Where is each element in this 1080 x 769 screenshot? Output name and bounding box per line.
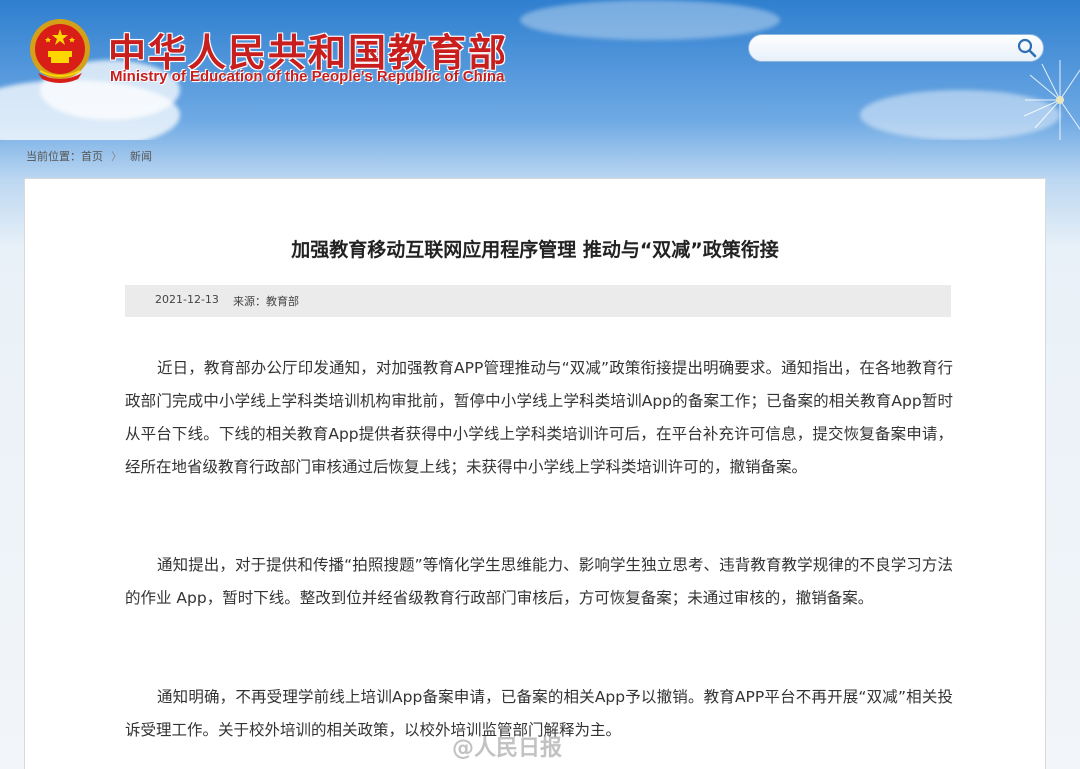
breadcrumb-home-link[interactable]: 首页: [81, 150, 103, 163]
site-subtitle: Ministry of Education of the People's Re…: [110, 68, 505, 85]
dandelion-decoration: [1023, 60, 1080, 140]
article-source: 来源：教育部: [233, 295, 299, 308]
search-input[interactable]: [759, 38, 1013, 60]
site-header: 中华人民共和国教育部 Ministry of Education of the …: [0, 0, 1080, 140]
national-emblem-icon[interactable]: [24, 15, 96, 87]
breadcrumb-separator: 〉: [111, 150, 122, 163]
page: 中华人民共和国教育部 Ministry of Education of the …: [0, 0, 1080, 769]
watermark: @人民日报: [452, 736, 563, 761]
article-paragraph: 通知提出，对于提供和传播“拍照搜题”等惰化学生思维能力、影响学生独立思考、违背教…: [125, 556, 953, 607]
article-paragraph: 近日，教育部办公厅印发通知，对加强教育APP管理推动与“双减”政策衔接提出明确要…: [125, 359, 953, 476]
breadcrumb-news-link[interactable]: 新闻: [130, 150, 152, 163]
article-date: 2021-12-13: [155, 293, 219, 306]
article-meta-bar: 2021-12-13 来源：教育部: [125, 285, 951, 317]
article-container: 加强教育移动互联网应用程序管理 推动与“双减”政策衔接 2021-12-13 来…: [24, 178, 1046, 769]
breadcrumb-label: 当前位置：: [26, 150, 81, 163]
article-title: 加强教育移动互联网应用程序管理 推动与“双减”政策衔接: [291, 239, 779, 261]
breadcrumb: 当前位置：首页〉新闻: [26, 148, 152, 164]
cloud-decoration: [520, 0, 780, 40]
